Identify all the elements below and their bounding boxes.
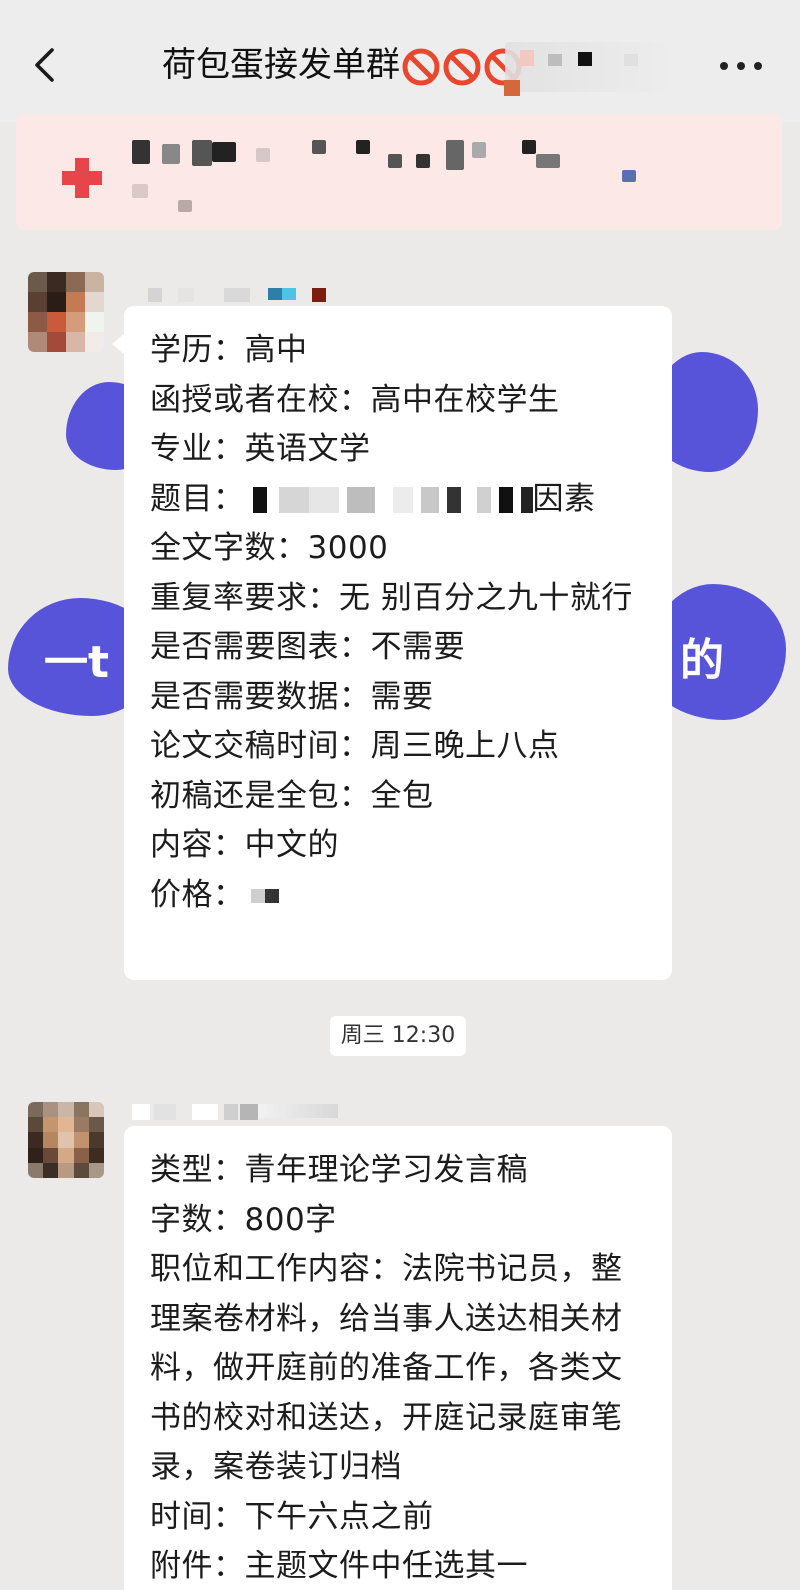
dot-icon [737, 62, 745, 70]
redacted-text [356, 140, 370, 154]
message-line: 全文字数：3000 [150, 530, 389, 566]
message-line: 是否需要数据：需要 [150, 678, 434, 715]
back-button[interactable] [22, 40, 66, 90]
message-line: 时间：下午六点之前 [150, 1498, 434, 1535]
message-line: 函授或者在校：高中在校学生 [150, 381, 560, 418]
message-line-label: 价格： [150, 876, 245, 913]
sender-avatar[interactable] [28, 272, 104, 352]
pinned-announcement[interactable] [16, 114, 782, 230]
background-doodle-text: 的 [680, 635, 724, 686]
dot-icon [754, 62, 762, 70]
more-options-button[interactable] [716, 48, 766, 84]
redacted-text [388, 154, 402, 168]
message-line-label: 题目： [150, 480, 245, 517]
ban-icon [402, 48, 440, 85]
background-doodle-text: 一t [44, 637, 110, 688]
chat-title: 荷包蛋接发单群 [162, 40, 523, 90]
redaction-pixel [504, 80, 520, 96]
redaction-pixel [520, 50, 534, 66]
sender-avatar[interactable] [28, 1102, 104, 1178]
message-line: 专业：英语文学 [150, 431, 371, 467]
redacted-text [522, 140, 536, 154]
message-line: 题目： 因素 [150, 475, 650, 525]
redacted-text [132, 140, 150, 164]
redacted-text [472, 142, 486, 158]
redacted-text [622, 170, 636, 182]
chat-title-text: 荷包蛋接发单群 [162, 45, 400, 85]
message-line: 字数：800字 [150, 1201, 337, 1238]
redaction-pixel [578, 52, 592, 66]
red-plus-icon [62, 158, 102, 198]
message-line: 是否需要图表：不需要 [150, 629, 465, 665]
redacted-text [178, 200, 192, 212]
message-line: 内容：中文的 [150, 827, 339, 863]
dot-icon [720, 62, 728, 70]
sender-name-redacted [148, 288, 348, 308]
message-line: 论文交稿时间：周三晚上八点 [150, 728, 560, 764]
chevron-left-icon [35, 48, 54, 82]
chat-header: 荷包蛋接发单群 [0, 0, 800, 122]
redacted-text [192, 140, 212, 166]
message-line: 价格： [150, 871, 650, 921]
message-line-tail: 因素 [532, 480, 596, 517]
redacted-price [264, 889, 279, 903]
ban-icon [443, 48, 481, 85]
redacted-price [250, 889, 265, 903]
message-line: 附件：主题文件中任选其一 [150, 1548, 528, 1584]
message-line: 职位和工作内容：法院书记员，整理案卷材料，给当事人送达相关材料，做开庭前的准备工… [150, 1251, 623, 1485]
sender-name-redacted [132, 1102, 352, 1122]
message-bubble[interactable]: 学历：高中 函授或者在校：高中在校学生 专业：英语文学 题目： 因素 全文字数：3… [112, 306, 672, 980]
redacted-topic [245, 481, 533, 517]
redacted-text [162, 144, 180, 164]
redacted-text [536, 154, 560, 168]
message-line: 重复率要求：无 别百分之九十就行 [150, 579, 633, 616]
redacted-text [312, 140, 326, 154]
timestamp: 周三 12:30 [330, 1016, 466, 1056]
redacted-text [416, 154, 430, 168]
message-line: 类型：青年理论学习发言稿 [150, 1152, 528, 1188]
message-bubble[interactable]: 类型：青年理论学习发言稿 字数：800字 职位和工作内容：法院书记员，整理案卷材… [124, 1126, 672, 1590]
redacted-text [256, 148, 270, 162]
redacted-text [132, 184, 148, 198]
redacted-text [446, 140, 464, 170]
redaction-pixel [548, 54, 562, 66]
message-line: 初稿还是全包：全包 [150, 777, 434, 814]
redaction-pixel [624, 54, 638, 66]
message-line: 学历：高中 [150, 332, 308, 368]
redacted-text [212, 142, 236, 162]
